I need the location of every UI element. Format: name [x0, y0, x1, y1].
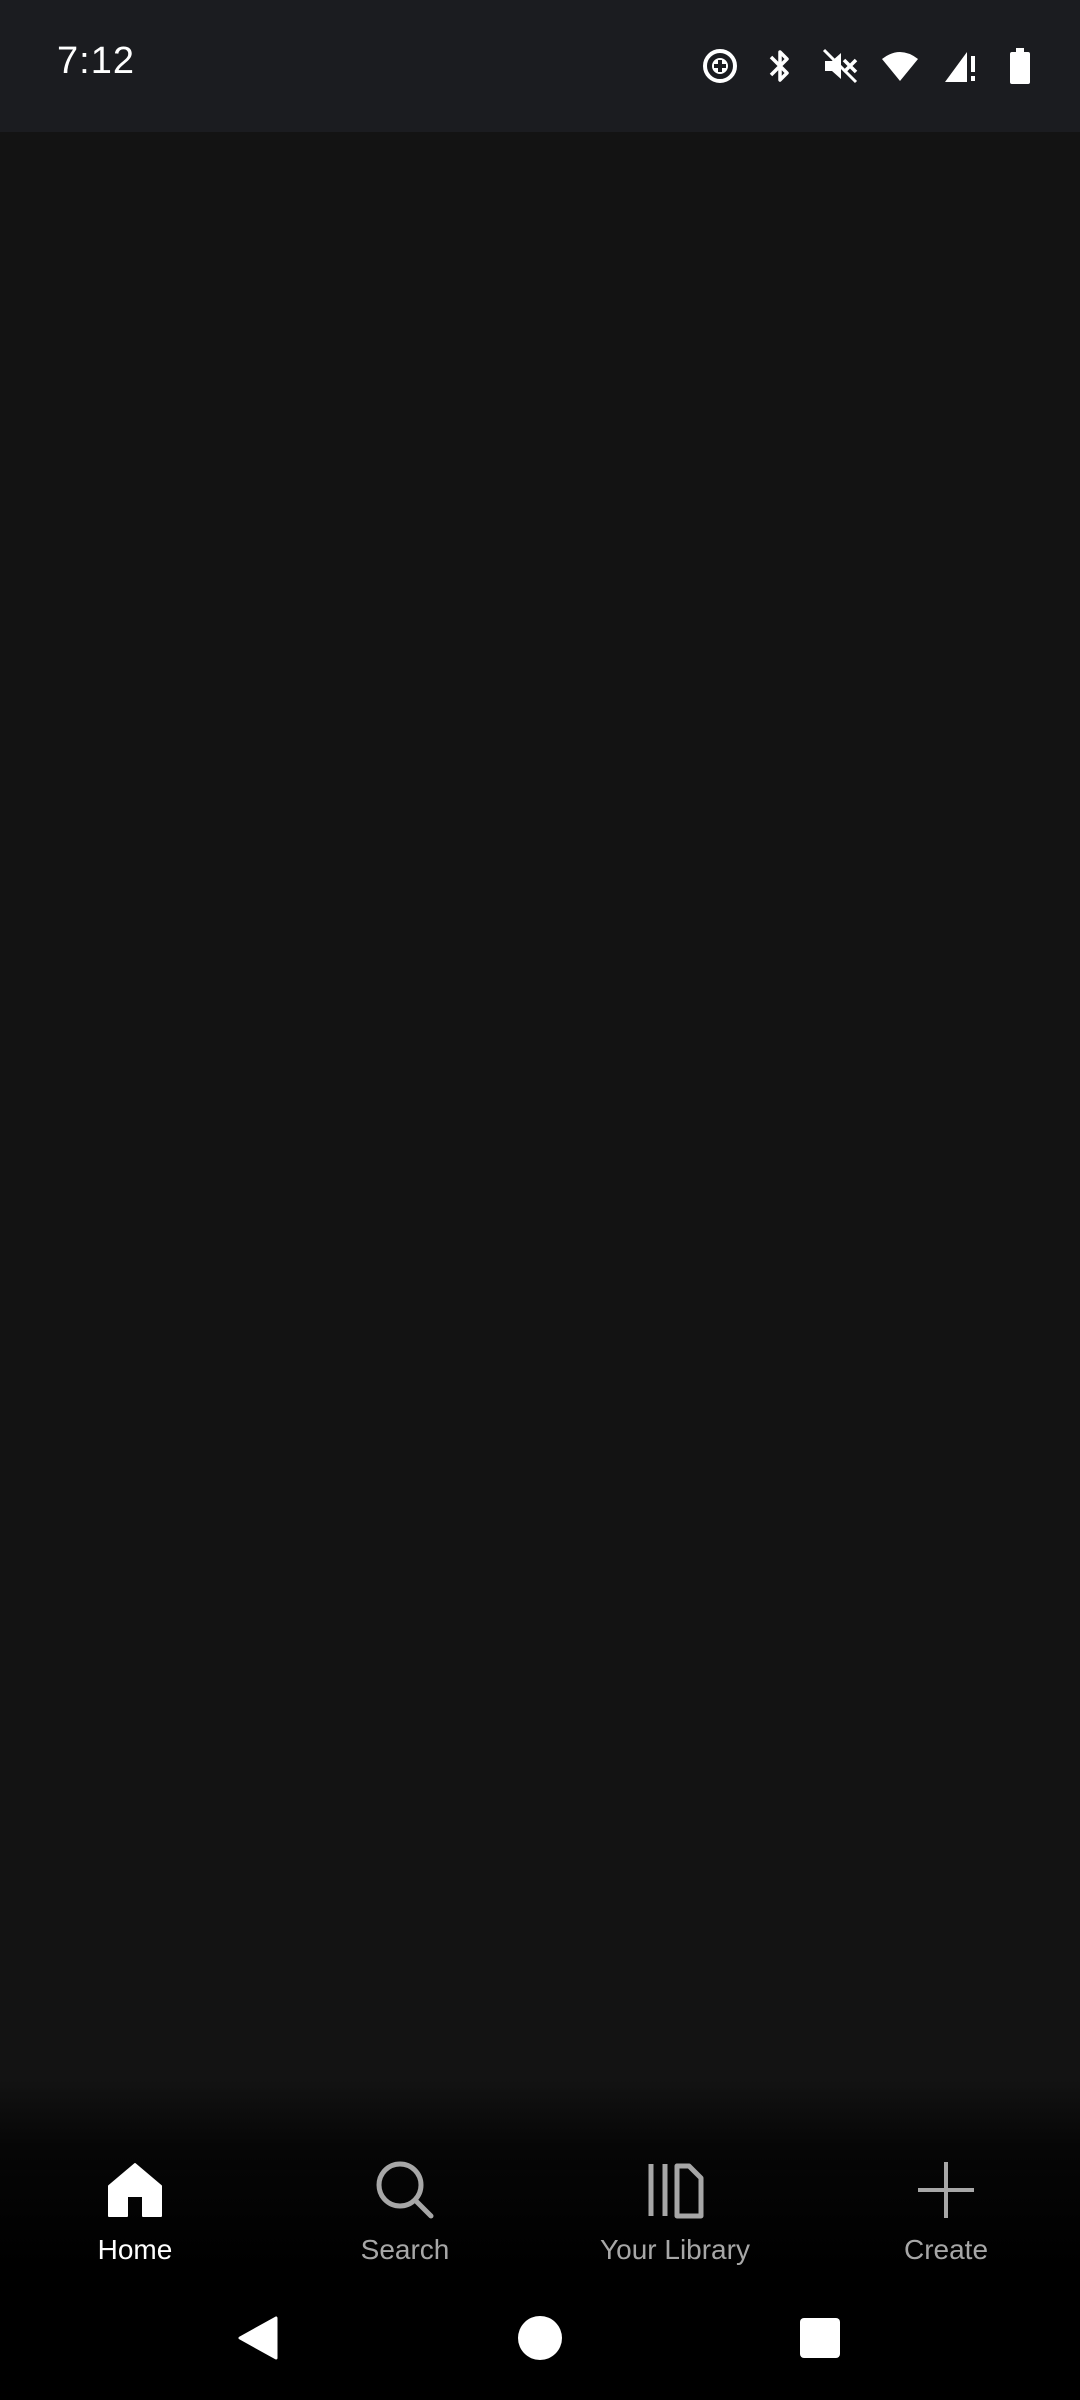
system-nav-bar — [0, 2270, 1080, 2400]
home-circle-icon[interactable] — [512, 2310, 568, 2366]
main-content — [0, 132, 1080, 2082]
nav-create[interactable]: Create — [846, 2080, 1046, 2270]
bluetooth-icon — [760, 46, 800, 86]
status-time: 7:12 — [57, 40, 135, 82]
nav-search-label: Search — [360, 2234, 450, 2265]
search-icon — [373, 2158, 437, 2222]
nav-library-label: Your Library — [600, 2234, 750, 2265]
battery-icon — [1000, 46, 1040, 86]
bottom-nav: Home Search Your Library Create — [0, 2080, 1080, 2270]
back-icon[interactable] — [230, 2310, 286, 2366]
nav-search[interactable]: Search — [305, 2080, 505, 2270]
library-icon — [643, 2158, 707, 2222]
app-screen: 7:12 Home Search Your Library Create — [0, 0, 1080, 2400]
sync-icon — [700, 46, 740, 86]
wifi-icon — [880, 46, 920, 86]
nav-create-label: Create — [903, 2234, 989, 2265]
nav-home[interactable]: Home — [35, 2080, 235, 2270]
status-bar: 7:12 — [0, 0, 1080, 132]
plus-icon — [914, 2158, 978, 2222]
nav-library[interactable]: Your Library — [575, 2080, 775, 2270]
signal-icon — [940, 46, 980, 86]
recents-icon[interactable] — [792, 2310, 848, 2366]
home-icon — [103, 2158, 167, 2222]
status-icons — [700, 46, 1040, 86]
nav-home-label: Home — [97, 2234, 173, 2265]
mute-icon — [820, 46, 860, 86]
